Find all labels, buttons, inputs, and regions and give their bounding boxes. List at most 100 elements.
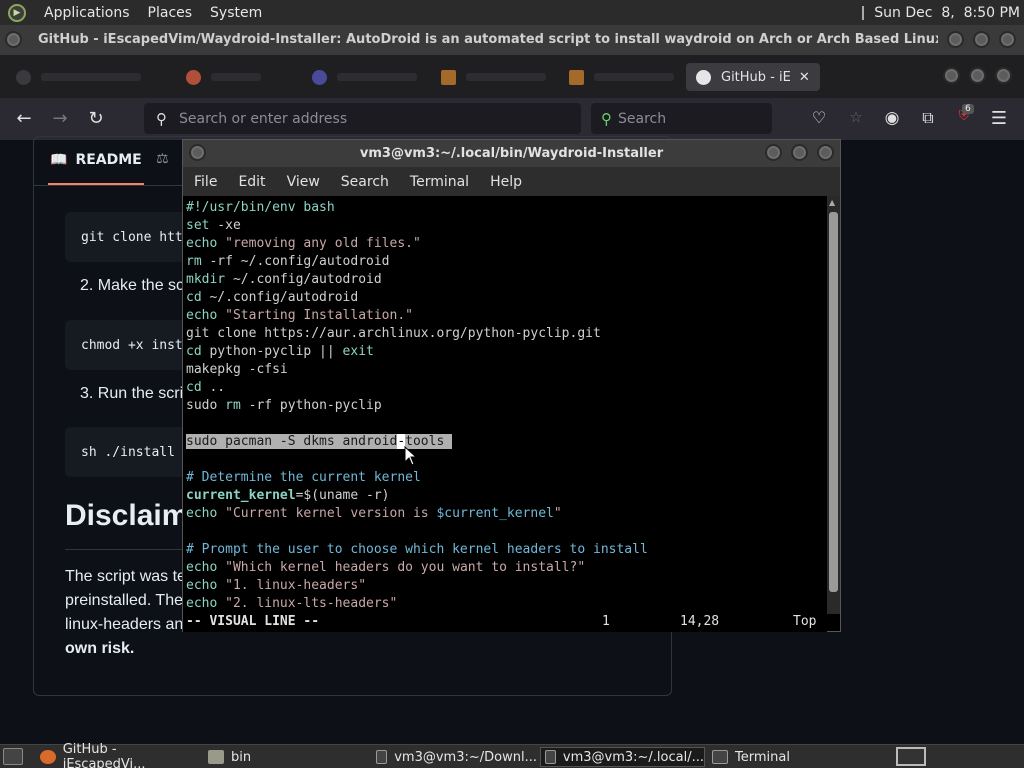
code-line: current_kernel=$(uname -r) — [186, 487, 827, 505]
extensions-puzzle-icon[interactable]: ⧉ — [917, 108, 939, 128]
code-line: makepkg -cfsi — [186, 361, 827, 379]
terminal-window: vm3@vm3:~/.local/bin/Waydroid-Installer … — [182, 139, 841, 632]
terminal-icon — [712, 750, 728, 764]
task-firefox[interactable]: GitHub - iEscapedVi... — [36, 742, 201, 768]
navigation-bar: ← → ↻ ⚲ Search or enter address ⚲ Search… — [0, 98, 1024, 140]
folder-icon — [208, 750, 224, 764]
code-text: chmod +x inst — [81, 337, 183, 353]
terminal-icon — [376, 750, 388, 764]
close-tab-icon[interactable]: ✕ — [799, 70, 810, 85]
code-text: -rf ~/.config/autodroid — [201, 254, 390, 269]
code-line: mkdir ~/.config/autodroid — [186, 271, 827, 289]
code-line: set -xe — [186, 217, 827, 235]
reload-icon[interactable]: ↻ — [85, 108, 107, 129]
code-text: -xe — [209, 218, 241, 233]
code-line: echo "Current kernel version is $current… — [186, 505, 827, 523]
string: "Current kernel version is — [217, 506, 437, 521]
disclaimer-heading: Disclaim — [65, 499, 189, 532]
back-arrow-icon[interactable]: ← — [13, 108, 35, 129]
step-2-text: 2. Make the sc — [80, 277, 185, 294]
menu-file[interactable]: File — [194, 174, 217, 190]
firefox-favicon-icon — [186, 69, 201, 85]
search-box[interactable]: ⚲ Search — [591, 103, 772, 134]
code-text: makepkg -cfsi — [186, 362, 288, 377]
places-menu[interactable]: Places — [148, 5, 193, 21]
tab-5[interactable] — [569, 63, 674, 91]
code-line: cd python-pyclip || exit — [186, 343, 827, 361]
menu-view[interactable]: View — [287, 174, 320, 190]
menu-help[interactable]: Help — [490, 174, 522, 190]
task-bin-folder[interactable]: bin — [204, 747, 369, 767]
terminal-minimize-button[interactable] — [765, 144, 782, 161]
keyword: echo — [186, 578, 218, 593]
terminal-window-controls — [765, 144, 834, 161]
vim-mode: -- VISUAL LINE -- — [186, 614, 320, 629]
keyword: echo — [186, 236, 218, 251]
terminal-maximize-button[interactable] — [791, 144, 808, 161]
system-menu[interactable]: System — [210, 5, 262, 21]
selection-count: 1 — [602, 614, 610, 629]
minimize-button[interactable] — [947, 31, 964, 48]
menu-terminal[interactable]: Terminal — [410, 174, 469, 190]
code-text: .. — [201, 380, 226, 395]
bookmark-star-icon[interactable]: ☆ — [845, 108, 867, 126]
scrollbar-thumb[interactable] — [829, 212, 838, 592]
string: "Which kernel headers do you want to ins… — [217, 560, 586, 575]
code-line: git clone https://aur.archlinux.org/pyth… — [186, 325, 827, 343]
task-terminal-downloads[interactable]: vm3@vm3:~/Downl... — [372, 747, 537, 767]
menu-search[interactable]: Search — [341, 174, 389, 190]
minimize-button-secondary[interactable] — [943, 67, 960, 84]
string: "removing any old files." — [217, 236, 421, 251]
code-line: echo "1. linux-headers" — [186, 577, 827, 595]
maximize-button[interactable] — [973, 31, 990, 48]
mouse-pointer-icon — [404, 446, 418, 466]
terminal-scrollbar[interactable]: ▲ — [827, 196, 840, 614]
maximize-button-secondary[interactable] — [969, 67, 986, 84]
keyword: echo — [186, 506, 218, 521]
code-text: =$(uname -r) — [295, 488, 390, 503]
workspace-switcher[interactable] — [896, 747, 926, 766]
extension-badge: 6 — [962, 104, 974, 114]
window-menu-icon[interactable] — [5, 31, 22, 48]
tab-2[interactable] — [186, 63, 261, 91]
terminal-text-area[interactable]: #!/usr/bin/env bash set -xe echo "removi… — [183, 196, 827, 614]
readme-tab-label: README — [75, 152, 142, 168]
tab-3[interactable] — [312, 63, 417, 91]
mate-logo-icon[interactable]: ▶ — [8, 3, 26, 22]
keyword: echo — [186, 596, 218, 611]
task-terminal-local[interactable]: vm3@vm3:~/.local/... — [540, 747, 705, 767]
task-terminal[interactable]: Terminal — [708, 747, 873, 767]
code-line: cd .. — [186, 379, 827, 397]
terminal-icon — [545, 750, 556, 764]
keyword: cd — [186, 344, 202, 359]
clock[interactable]: Sun Dec 8, 8:50 PM — [874, 5, 1020, 21]
top-panel: ▶ Applications Places System Sun Dec 8, … — [0, 0, 1024, 25]
tab-github-active[interactable]: GitHub - iE ✕ — [686, 63, 820, 91]
close-button[interactable] — [999, 31, 1016, 48]
code-line: # Prompt the user to choose which kernel… — [186, 541, 827, 559]
license-scale-icon[interactable]: ⚖ — [156, 151, 169, 167]
hamburger-menu-icon[interactable]: ☰ — [988, 108, 1010, 129]
account-icon[interactable]: ◉ — [881, 108, 903, 128]
tab-bar: GitHub - iE ✕ — [0, 55, 1024, 98]
pocket-icon[interactable]: ♡ — [808, 108, 830, 127]
forward-arrow-icon[interactable]: → — [49, 108, 71, 129]
bottom-taskbar: GitHub - iEscapedVi... bin vm3@vm3:~/Dow… — [0, 742, 1024, 768]
task-label: vm3@vm3:~/.local/... — [562, 749, 704, 765]
scroll-up-icon[interactable]: ▲ — [829, 198, 838, 207]
readme-tab[interactable]: 📖 README — [48, 137, 144, 185]
code-text: sudo — [186, 398, 226, 413]
show-desktop-icon[interactable] — [3, 748, 23, 765]
comment: # Determine the current kernel — [186, 470, 421, 485]
applications-menu[interactable]: Applications — [44, 5, 130, 21]
tab-4[interactable] — [441, 63, 546, 91]
github-favicon-icon — [696, 69, 711, 85]
menu-edit[interactable]: Edit — [238, 174, 265, 190]
task-label: vm3@vm3:~/Downl... — [394, 749, 537, 765]
tab-favicon-icon — [441, 69, 456, 85]
terminal-close-button[interactable] — [817, 144, 834, 161]
close-button-secondary[interactable] — [995, 67, 1012, 84]
url-bar[interactable]: ⚲ Search or enter address — [144, 103, 581, 134]
tab-1[interactable] — [16, 63, 141, 91]
